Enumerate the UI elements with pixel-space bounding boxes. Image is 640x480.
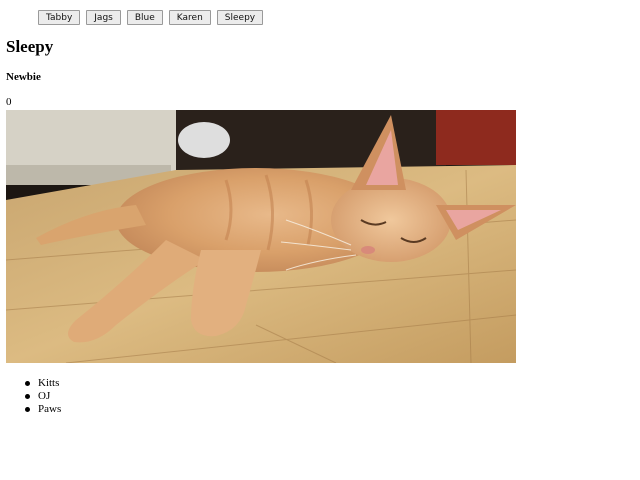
cat-level-heading: Newbie [6, 71, 41, 83]
nickname-item: Paws [24, 403, 61, 416]
cat-button-karen[interactable]: Karen [168, 10, 211, 25]
click-count: 0 [6, 96, 12, 108]
cat-name-heading: Sleepy [6, 37, 54, 56]
cat-button-sleepy[interactable]: Sleepy [216, 10, 264, 25]
cat-selector-nav: Tabby Jags Blue Karen Sleepy [38, 10, 264, 25]
nickname-item: OJ [24, 390, 61, 403]
cat-photo[interactable] [6, 110, 516, 363]
cat-button-tabby[interactable]: Tabby [38, 10, 81, 25]
cat-button-jags[interactable]: Jags [86, 10, 121, 25]
cat-button-blue[interactable]: Blue [126, 10, 163, 25]
nickname-list: Kitts OJ Paws [24, 377, 61, 416]
nickname-item: Kitts [24, 377, 61, 390]
